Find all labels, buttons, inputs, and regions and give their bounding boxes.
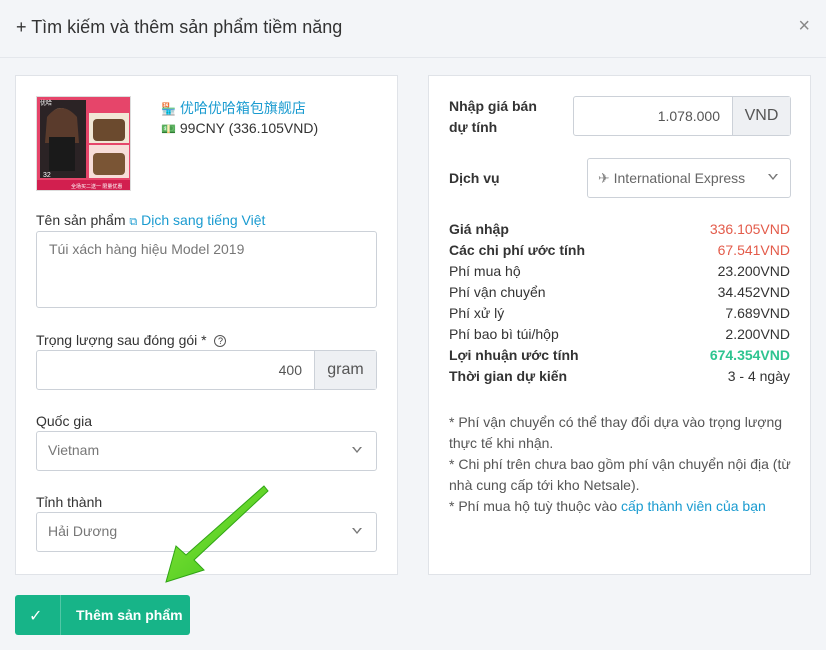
money-icon: 💵 xyxy=(161,122,176,136)
cost-row: Phí xử lý 7.689VND xyxy=(449,303,790,324)
chevron-down-icon xyxy=(352,447,362,453)
cost-label: Các chi phí ước tính xyxy=(449,242,585,258)
cost-row: Thời gian dự kiến 3 - 4 ngày xyxy=(449,366,790,387)
cost-row: Lợi nhuận ước tính 674.354VND xyxy=(449,345,790,366)
note-fee-text: * Phí mua hộ tuỳ thuộc vào xyxy=(449,498,618,514)
cost-value: 67.541VND xyxy=(717,242,790,258)
weight-label: Trọng lượng sau đóng gói * xyxy=(36,332,207,348)
pricing-panel: Nhập giá bán dự tính 1.078.000 VND Dịch … xyxy=(428,75,811,575)
weight-input-group: 400 gram xyxy=(36,350,377,390)
province-value: Hải Dương xyxy=(48,523,118,539)
airplane-icon: ✈ xyxy=(598,170,610,186)
product-image: 优哈 32 全场买二送一 限量优惠 xyxy=(37,97,130,190)
sell-price-unit: VND xyxy=(732,97,790,135)
thumb-banner: 全场买二送一 限量优惠 xyxy=(71,183,122,190)
note-fee: * Phí mua hộ tuỳ thuộc vào cấp thành viê… xyxy=(449,496,794,517)
weight-label-row: Trọng lượng sau đóng gói * ? xyxy=(36,332,227,348)
source-price-text: 99CNY (336.105VND) xyxy=(179,120,319,136)
cost-label: Giá nhập xyxy=(449,221,509,237)
arrow-pointer-icon xyxy=(165,485,269,583)
cost-value: 336.105VND xyxy=(709,221,790,237)
cost-label: Phí vận chuyển xyxy=(449,284,546,300)
shop-link[interactable]: 🏪 优哈优哈箱包旗舰店 xyxy=(161,98,306,118)
translate-link[interactable]: ⧉ Dịch sang tiếng Việt xyxy=(129,212,265,228)
note-shipping: * Phí vận chuyển có thể thay đổi dựa vào… xyxy=(449,414,783,451)
button-divider xyxy=(60,595,61,635)
source-price: 💵 99CNY (336.105VND) xyxy=(161,120,318,136)
cost-label: Phí xử lý xyxy=(449,305,505,321)
country-select[interactable]: Vietnam xyxy=(36,431,377,471)
country-value: Vietnam xyxy=(48,442,100,458)
thumb-badge: 优哈 xyxy=(40,99,52,107)
chevron-down-icon xyxy=(352,528,362,534)
name-label-row: Tên sản phẩm ⧉ Dịch sang tiếng Việt xyxy=(36,212,265,229)
add-product-button[interactable]: ✓ Thêm sản phẩm xyxy=(15,595,190,635)
product-thumbnail[interactable]: 优哈 32 全场买二送一 限量优惠 xyxy=(36,96,131,191)
translate-icon: ⧉ xyxy=(129,216,138,228)
country-label: Quốc gia xyxy=(36,413,93,429)
service-value: International Express xyxy=(613,170,746,186)
cost-row: Phí bao bì túi/hộp 2.200VND xyxy=(449,324,790,345)
cost-row: Giá nhập 336.105VND xyxy=(449,219,790,240)
cost-row: Phí mua hộ 23.200VND xyxy=(449,261,790,282)
dialog-header: + Tìm kiếm và thêm sản phẩm tiềm năng × xyxy=(0,0,826,58)
notes: * Phí vận chuyển có thể thay đổi dựa vào… xyxy=(449,412,794,517)
cost-row: Các chi phí ước tính 67.541VND xyxy=(449,240,790,261)
translate-link-text: Dịch sang tiếng Việt xyxy=(141,212,266,228)
cost-value: 2.200VND xyxy=(725,326,790,342)
cost-breakdown: Giá nhập 336.105VND Các chi phí ước tính… xyxy=(449,219,790,387)
sell-price-group: 1.078.000 VND xyxy=(573,96,791,136)
weight-input[interactable]: 400 xyxy=(37,351,314,389)
cost-value: 674.354VND xyxy=(709,347,790,363)
dialog-title: + Tìm kiếm và thêm sản phẩm tiềm năng xyxy=(16,17,343,37)
cost-value: 23.200VND xyxy=(717,263,790,279)
province-label: Tỉnh thành xyxy=(36,494,103,510)
service-label: Dịch vụ xyxy=(449,170,500,186)
cost-value: 7.689VND xyxy=(725,305,790,321)
add-product-label: Thêm sản phẩm xyxy=(76,607,183,623)
check-icon: ✓ xyxy=(29,608,43,625)
chevron-down-icon xyxy=(768,174,778,180)
cost-label: Phí mua hộ xyxy=(449,263,521,279)
product-name-input[interactable]: Túi xách hàng hiệu Model 2019 xyxy=(36,231,377,308)
service-select[interactable]: ✈ International Express xyxy=(587,158,791,198)
shop-name: 优哈优哈箱包旗舰店 xyxy=(179,100,306,116)
cost-label: Phí bao bì túi/hộp xyxy=(449,326,559,342)
close-icon[interactable]: × xyxy=(798,16,810,36)
sell-price-label: Nhập giá bán dự tính xyxy=(449,98,537,135)
cost-value: 3 - 4 ngày xyxy=(727,368,790,384)
thumb-price-tag: 32 xyxy=(43,172,51,179)
cost-row: Phí vận chuyển 34.452VND xyxy=(449,282,790,303)
cost-value: 34.452VND xyxy=(717,284,790,300)
product-name-label: Tên sản phẩm xyxy=(36,212,126,228)
note-domestic: * Chi phí trên chưa bao gồm phí vận chuy… xyxy=(449,456,791,493)
cost-label: Thời gian dự kiến xyxy=(449,368,568,384)
sell-price-input[interactable]: 1.078.000 xyxy=(574,97,732,135)
help-icon[interactable]: ? xyxy=(214,335,227,347)
cost-label: Lợi nhuận ước tính xyxy=(449,347,579,363)
weight-unit: gram xyxy=(314,351,376,389)
member-level-link[interactable]: cấp thành viên của bạn xyxy=(621,498,766,514)
store-icon: 🏪 xyxy=(161,102,176,116)
